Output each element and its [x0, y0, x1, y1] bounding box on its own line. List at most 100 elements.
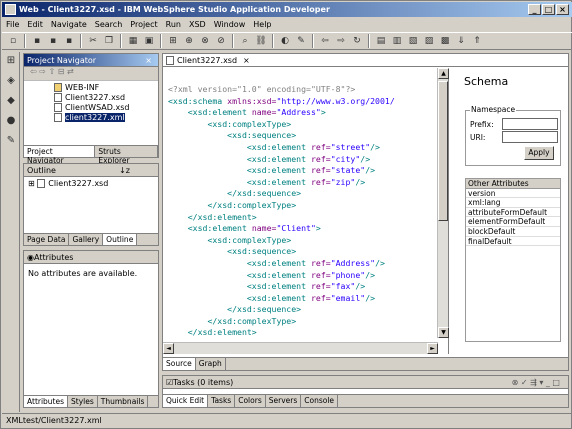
tree-item-web-inf[interactable]: WEB-INF	[54, 83, 154, 93]
attributes-header[interactable]: ◉ Attributes	[24, 251, 158, 264]
new-project-icon[interactable]: ▦	[126, 34, 140, 48]
tree-item-client3227-xsd[interactable]: Client3227.xsd	[54, 93, 154, 103]
next-annotation-icon[interactable]: ⇓	[454, 34, 468, 48]
editor-bottom-tabs: Source Graph	[163, 357, 568, 370]
tab-project-navigator[interactable]: Project Navigator	[24, 146, 96, 165]
sort-icon[interactable]: ↓z	[119, 166, 130, 175]
menu-edit[interactable]: Edit	[23, 20, 47, 29]
back-icon[interactable]: ⇦	[318, 34, 332, 48]
minimize-button[interactable]: _	[528, 4, 541, 15]
project-navigator-header[interactable]: Project Navigator ×	[24, 54, 158, 67]
close-button[interactable]: ×	[556, 4, 569, 15]
tab-thumbnails[interactable]: Thumbnails	[98, 396, 149, 407]
tasks-view-menu-icon[interactable]: ⊗ ✓ ⇶ ▾ _ □	[512, 378, 560, 387]
link-icon[interactable]: ⛓	[254, 34, 268, 48]
profile-icon[interactable]: ⊘	[214, 34, 228, 48]
menu-help[interactable]: Help	[249, 20, 275, 29]
menu-navigate[interactable]: Navigate	[47, 20, 91, 29]
prefix-input[interactable]	[502, 118, 558, 130]
print-icon[interactable]: ▪	[62, 34, 76, 48]
copy-icon[interactable]: ❐	[102, 34, 116, 48]
navigator-tabs: Project Navigator Struts Explorer	[24, 145, 158, 165]
search-icon[interactable]: ⌕	[238, 34, 252, 48]
attribute-row-attribute-form-default[interactable]: attributeFormDefault	[466, 208, 560, 218]
tab-attributes[interactable]: Attributes	[24, 396, 69, 407]
perspective-bar: ⊞ ◈ ◆ ● ✎	[2, 52, 20, 412]
scroll-down-button[interactable]: ▼	[438, 327, 449, 338]
tab-page-data[interactable]: Page Data	[24, 234, 70, 245]
uri-input[interactable]	[502, 131, 558, 143]
tasks-header[interactable]: ☑ Tasks (0 items) ⊗ ✓ ⇶ ▾ _ □	[163, 376, 568, 389]
xsd-attribute-icon[interactable]: ▨	[422, 34, 436, 48]
close-view-icon[interactable]: ×	[145, 56, 152, 65]
tree-item-clientwsad-xsd[interactable]: ClientWSAD.xsd	[54, 103, 154, 113]
tab-outline[interactable]: Outline	[103, 234, 138, 245]
attribute-row-element-form-default[interactable]: elementFormDefault	[466, 217, 560, 227]
collapse-all-icon[interactable]: ⊟	[58, 67, 65, 76]
new-icon[interactable]: ▫	[6, 34, 20, 48]
outline-header[interactable]: Outline ↓z	[24, 164, 158, 177]
menu-xsd[interactable]: XSD	[185, 20, 210, 29]
maximize-button[interactable]: □	[542, 4, 555, 15]
forward-icon[interactable]: ⇨	[39, 67, 46, 76]
attribute-row-xml-lang[interactable]: xml:lang	[466, 198, 560, 208]
tab-quick-edit[interactable]: Quick Edit	[163, 395, 209, 407]
scroll-up-button[interactable]: ▲	[438, 68, 449, 79]
tab-tasks[interactable]: Tasks	[208, 395, 236, 407]
open-type-icon[interactable]: ▣	[142, 34, 156, 48]
scroll-right-button[interactable]: ►	[427, 343, 438, 354]
menu-file[interactable]: File	[2, 20, 23, 29]
menu-window[interactable]: Window	[210, 20, 250, 29]
tree-item-client3227-xml[interactable]: client3227.xml	[54, 113, 154, 123]
back-icon[interactable]: ⇦	[30, 67, 37, 76]
xsd-import-icon[interactable]: ▩	[438, 34, 452, 48]
xml-source-code[interactable]: <?xml version="1.0" encoding="UTF-8"?> <…	[165, 84, 436, 336]
server-icon[interactable]: ⊞	[166, 34, 180, 48]
link-editor-icon[interactable]: ⇄	[67, 67, 74, 76]
menu-project[interactable]: Project	[126, 20, 161, 29]
expand-icon[interactable]: ⊞	[28, 179, 35, 188]
cut-icon[interactable]: ✂	[86, 34, 100, 48]
toolbar-separator	[272, 34, 274, 48]
tab-console[interactable]: Console	[301, 395, 339, 407]
open-perspective-icon[interactable]: ⊞	[4, 55, 18, 69]
up-icon[interactable]: ⇧	[49, 67, 56, 76]
debug-icon[interactable]: ⊗	[198, 34, 212, 48]
forward-icon[interactable]: ⇨	[334, 34, 348, 48]
scroll-left-button[interactable]: ◄	[163, 343, 174, 354]
close-editor-icon[interactable]: ×	[243, 56, 250, 65]
prev-annotation-icon[interactable]: ⇑	[470, 34, 484, 48]
source-scrollbar[interactable]: ▲ ▼	[437, 68, 449, 338]
tab-servers[interactable]: Servers	[266, 395, 302, 407]
xsd-element-icon[interactable]: ▥	[390, 34, 404, 48]
save-icon[interactable]: ▪	[30, 34, 44, 48]
save-all-icon[interactable]: ▪	[46, 34, 60, 48]
xsd-group-icon[interactable]: ▧	[406, 34, 420, 48]
tab-source[interactable]: Source	[163, 358, 196, 370]
attribute-row-version[interactable]: version	[466, 189, 560, 199]
paint-icon[interactable]: ◐	[278, 34, 292, 48]
server-perspective-icon[interactable]: ●	[4, 115, 18, 129]
attribute-row-block-default[interactable]: blockDefault	[466, 227, 560, 237]
xml-perspective-icon[interactable]: ✎	[4, 135, 18, 149]
menu-run[interactable]: Run	[162, 20, 185, 29]
run-icon[interactable]: ⊕	[182, 34, 196, 48]
source-pane[interactable]: <?xml version="1.0" encoding="UTF-8"?> <…	[163, 68, 449, 354]
java-perspective-icon[interactable]: ◆	[4, 95, 18, 109]
pencil-icon[interactable]: ✎	[294, 34, 308, 48]
attribute-row-final-default[interactable]: finalDefault	[466, 237, 560, 247]
horizontal-scrollbar[interactable]: ◄ ►	[163, 342, 438, 354]
menu-search[interactable]: Search	[91, 20, 126, 29]
tab-gallery[interactable]: Gallery	[69, 234, 104, 245]
scroll-thumb[interactable]	[438, 81, 448, 221]
web-perspective-icon[interactable]: ◈	[4, 75, 18, 89]
history-icon[interactable]: ↻	[350, 34, 364, 48]
tab-colors[interactable]: Colors	[235, 395, 266, 407]
editor-tab[interactable]: Client3227.xsd ×	[163, 54, 568, 67]
xsd-type-icon[interactable]: ▤	[374, 34, 388, 48]
apply-button[interactable]: Apply	[524, 146, 554, 160]
tab-struts-explorer[interactable]: Struts Explorer	[95, 146, 158, 165]
tab-graph[interactable]: Graph	[196, 358, 226, 370]
outline-item[interactable]: ⊞ Client3227.xsd	[28, 179, 154, 189]
tab-styles[interactable]: Styles	[68, 396, 98, 407]
